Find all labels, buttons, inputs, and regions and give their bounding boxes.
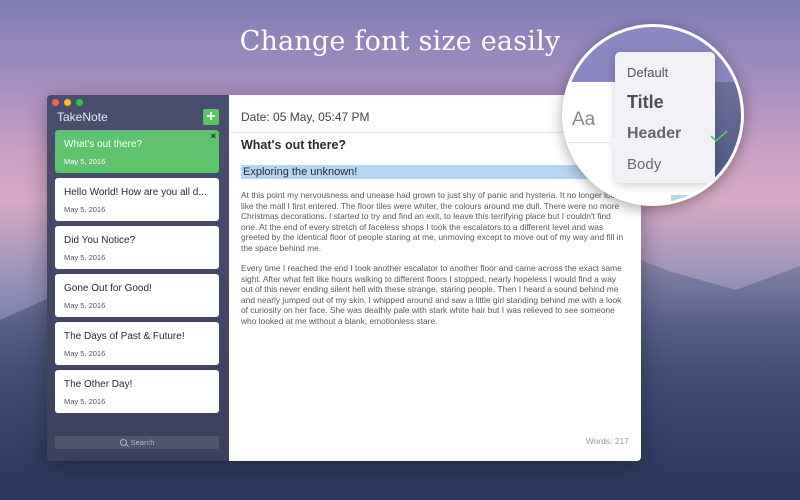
font-size-button-zoomed[interactable]: Aa [572, 109, 595, 131]
minimize-window-button[interactable] [64, 99, 71, 106]
checkmark-icon [710, 130, 728, 142]
font-option-title[interactable]: Title [627, 92, 664, 113]
add-note-button[interactable]: + [203, 109, 219, 125]
note-item-whats-out-there[interactable]: × What's out there? May 5, 2016 [55, 130, 219, 173]
note-paragraph-1[interactable]: At this point my nervousness and unease … [241, 190, 629, 254]
word-count: Words: 217 [585, 436, 629, 446]
note-title: Gone Out for Good! [64, 283, 152, 294]
search-input[interactable]: Search [55, 436, 219, 449]
app-window: TakeNote + × What's out there? May 5, 20… [47, 95, 641, 461]
app-title: TakeNote [57, 110, 108, 124]
note-date: May 5, 2016 [64, 397, 106, 406]
magnifier-background-right [711, 82, 741, 203]
zoom-window-button[interactable] [76, 99, 83, 106]
note-item-hello-world[interactable]: Hello World! How are you all d... May 5,… [55, 178, 219, 221]
note-list: × What's out there? May 5, 2016 Hello Wo… [55, 130, 219, 418]
note-date-line: Date: 05 May, 05:47 PM [241, 110, 370, 124]
sidebar: TakeNote + × What's out there? May 5, 20… [47, 95, 229, 461]
note-date: May 5, 2016 [64, 301, 106, 310]
search-placeholder: Search [130, 438, 155, 447]
note-title: The Days of Past & Future! [64, 331, 185, 342]
font-size-menu: Default Title Header Body [608, 52, 728, 183]
note-title: Did You Notice? [64, 235, 136, 246]
search-icon [119, 439, 127, 446]
note-date: May 5, 2016 [64, 349, 106, 358]
note-title: What's out there? [64, 139, 143, 150]
font-option-default[interactable]: Default [627, 65, 668, 80]
font-option-body[interactable]: Body [627, 156, 661, 173]
note-date: May 5, 2016 [64, 253, 106, 262]
close-window-button[interactable] [52, 99, 59, 106]
note-title: Hello World! How are you all d... [64, 187, 207, 198]
delete-note-icon[interactable]: × [211, 131, 216, 141]
note-title: The Other Day! [64, 379, 133, 390]
note-paragraph-2[interactable]: Every time I reached the end I took anot… [241, 263, 629, 327]
window-controls [52, 99, 83, 106]
font-option-header[interactable]: Header [627, 125, 681, 143]
note-heading[interactable]: What's out there? [241, 138, 346, 152]
selection-highlight-zoomed [671, 195, 711, 203]
note-item-the-other-day[interactable]: The Other Day! May 5, 2016 [55, 370, 219, 413]
note-date: May 5, 2016 [64, 157, 106, 166]
note-item-did-you-notice[interactable]: Did You Notice? May 5, 2016 [55, 226, 219, 269]
note-date: May 5, 2016 [64, 205, 106, 214]
magnifier-callout: Aa Default Title Header Body [562, 24, 744, 206]
note-item-gone-out-for-good[interactable]: Gone Out for Good! May 5, 2016 [55, 274, 219, 317]
note-item-days-of-past-future[interactable]: The Days of Past & Future! May 5, 2016 [55, 322, 219, 365]
